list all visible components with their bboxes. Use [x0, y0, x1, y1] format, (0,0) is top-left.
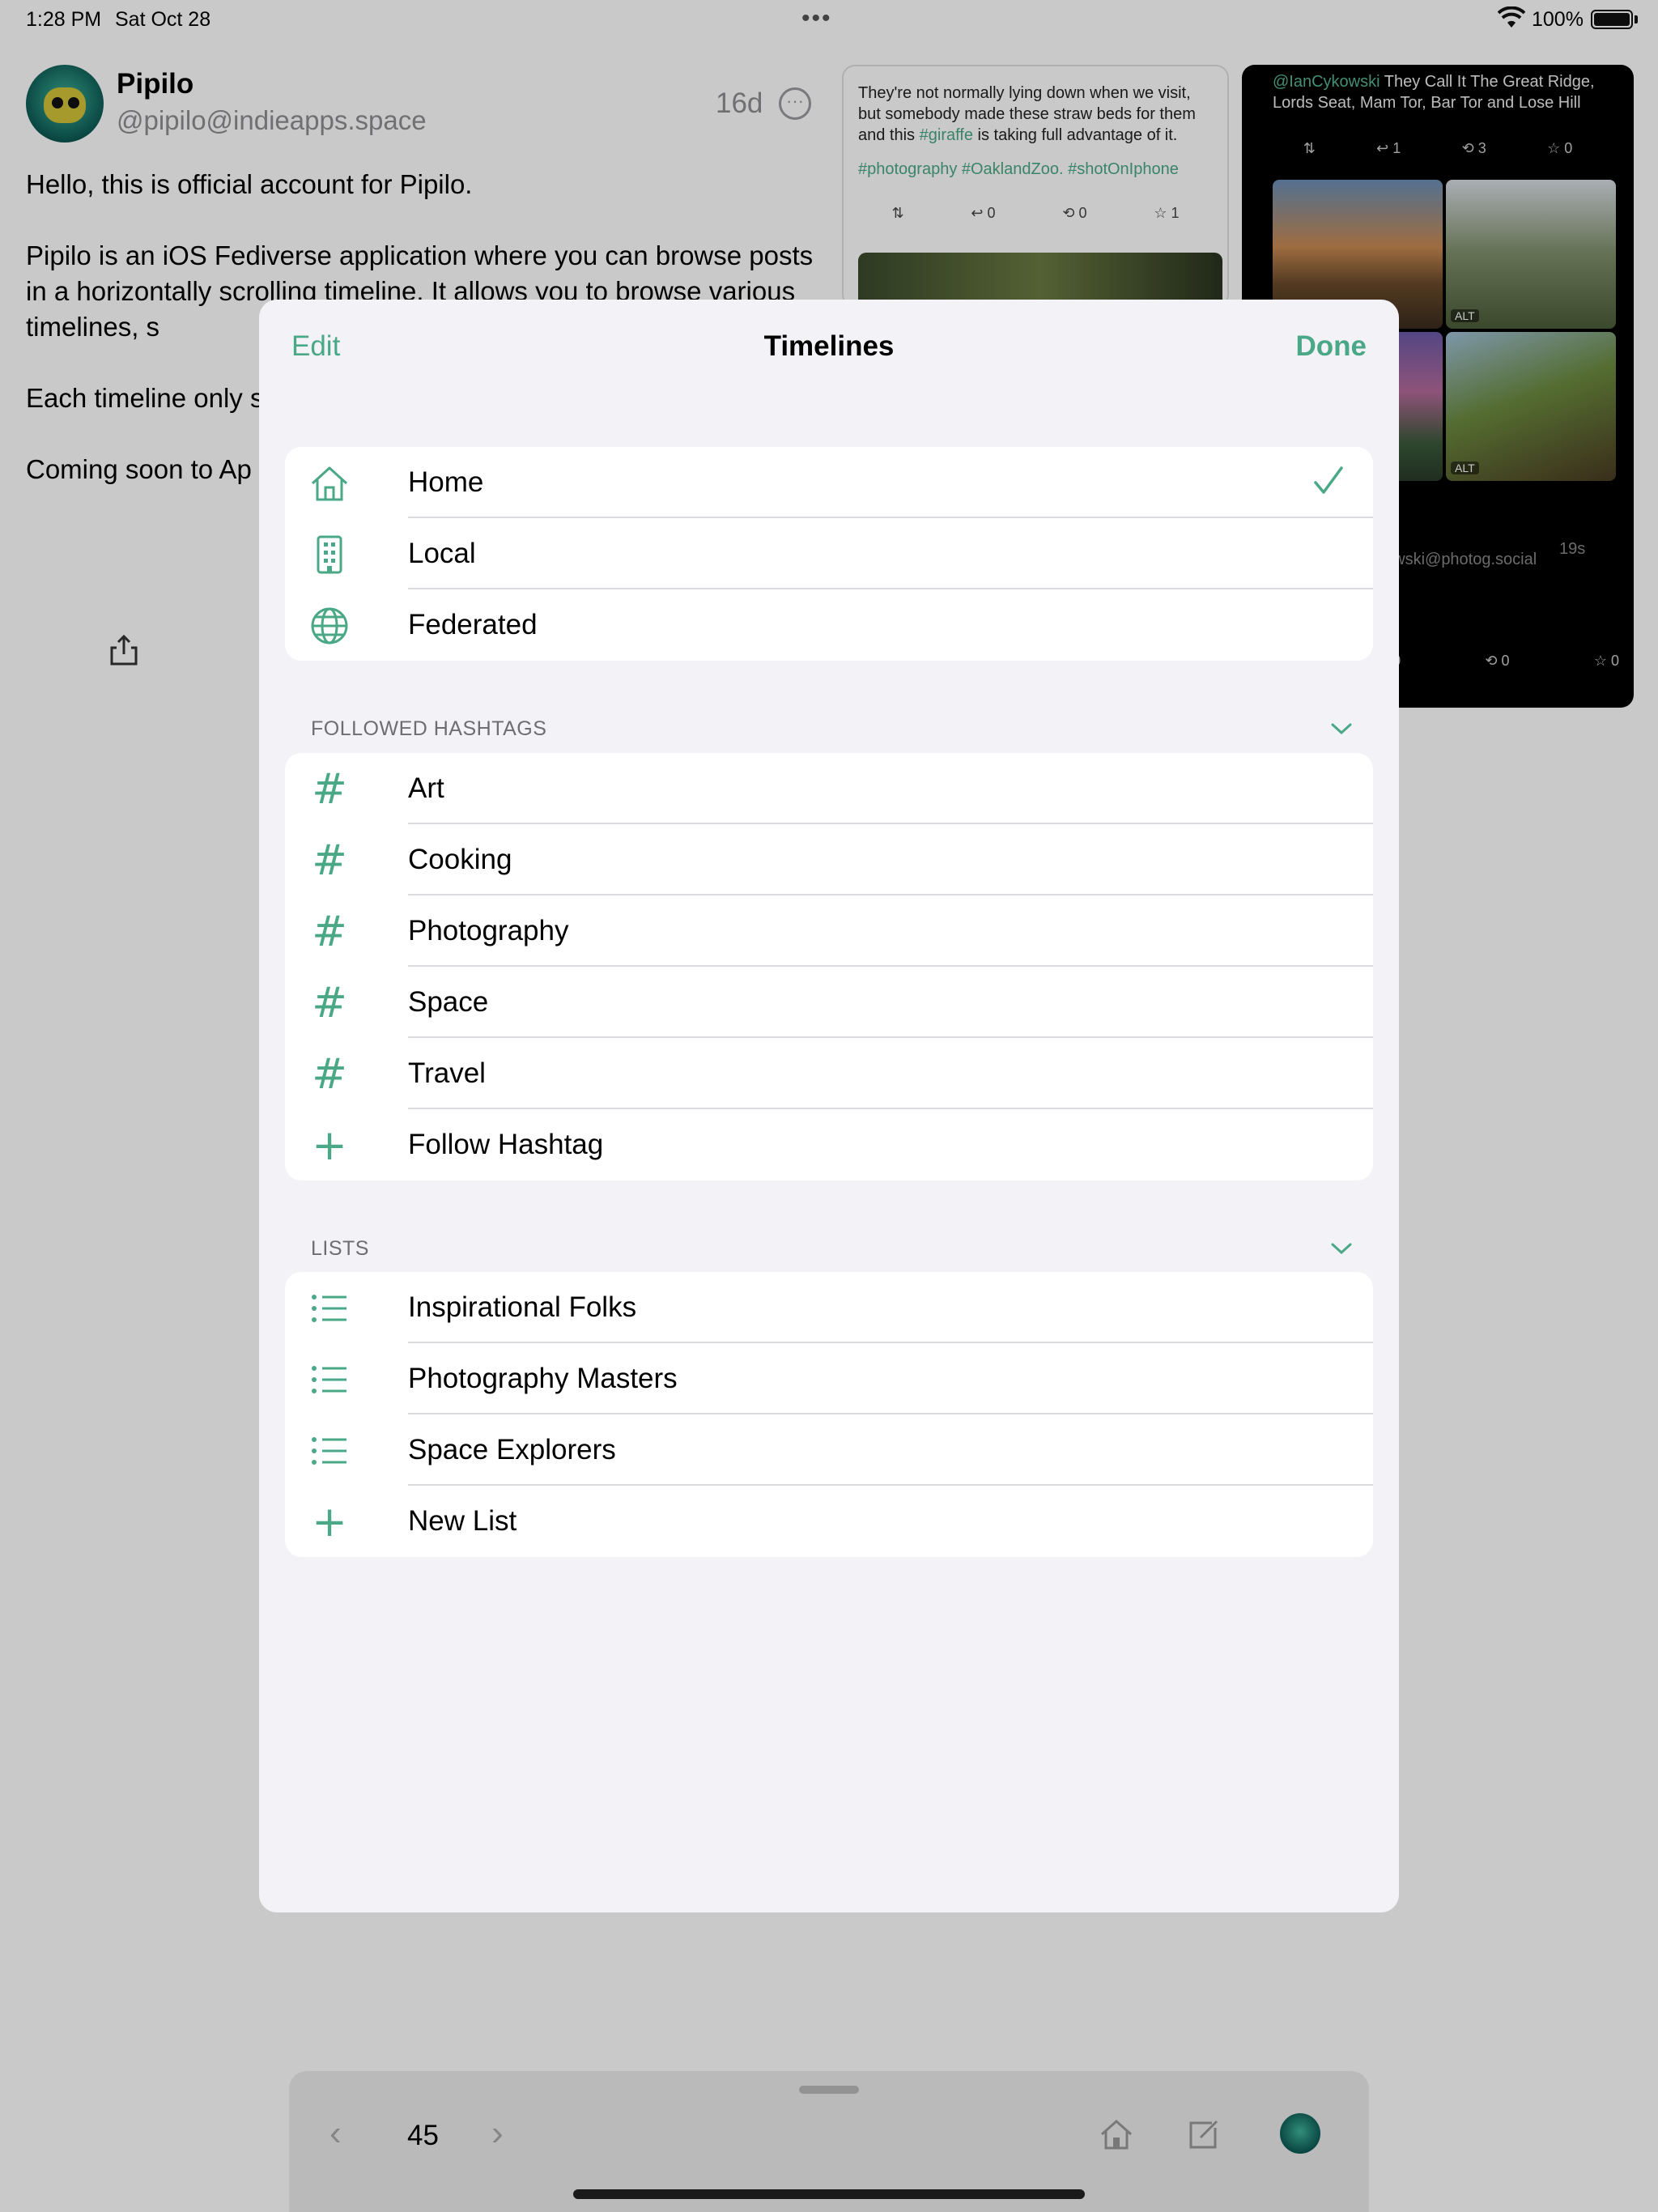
hashtag-row[interactable]: # Travel — [285, 1038, 1373, 1109]
checkmark-icon — [1314, 466, 1343, 494]
new-list-button[interactable]: + New List — [285, 1486, 1373, 1557]
follow-hashtag-button[interactable]: + Follow Hashtag — [285, 1109, 1373, 1180]
timelines-sheet: Edit Timelines Done Home Local Federated… — [259, 300, 1399, 1912]
lists-header: LISTS — [311, 1237, 369, 1260]
globe-icon — [309, 606, 350, 646]
hashtag-row[interactable]: # Photography — [285, 895, 1373, 967]
hashtag-row[interactable]: # Cooking — [285, 824, 1373, 895]
main-timelines-group: Home Local Federated — [285, 447, 1373, 661]
chevron-down-icon[interactable] — [1331, 1242, 1352, 1255]
timeline-row-local[interactable]: Local — [285, 518, 1373, 589]
list-row[interactable]: Photography Masters — [285, 1343, 1373, 1414]
hashtag-icon: # — [312, 908, 347, 956]
list-label: Space Explorers — [408, 1434, 616, 1465]
sheet-title: Timelines — [763, 330, 895, 362]
hashtag-row[interactable]: # Art — [285, 753, 1373, 824]
list-label: Photography Masters — [408, 1363, 678, 1394]
timeline-row-home[interactable]: Home — [285, 447, 1373, 518]
follow-hashtag-label: Follow Hashtag — [408, 1129, 604, 1160]
hashtag-row[interactable]: # Space — [285, 967, 1373, 1038]
plus-icon: + — [312, 1121, 347, 1170]
done-button[interactable]: Done — [1296, 330, 1367, 363]
list-row[interactable]: Space Explorers — [285, 1414, 1373, 1486]
hashtags-group: # Art # Cooking # Photography # Space # … — [285, 753, 1373, 1180]
lists-group: Inspirational Folks Photography Masters — [285, 1272, 1373, 1557]
house-icon — [309, 463, 350, 504]
list-row[interactable]: Inspirational Folks — [285, 1272, 1373, 1343]
list-label: Inspirational Folks — [408, 1291, 637, 1323]
chevron-down-icon[interactable] — [1331, 722, 1352, 735]
followed-hashtags-header: FOLLOWED HASHTAGS — [311, 717, 547, 740]
plus-icon: + — [312, 1498, 347, 1546]
timeline-label: Local — [408, 538, 476, 569]
timeline-label: Home — [408, 466, 484, 498]
hashtag-icon: # — [312, 1050, 347, 1099]
building-icon — [309, 534, 350, 575]
timeline-label: Federated — [408, 609, 538, 640]
new-list-label: New List — [408, 1505, 517, 1537]
list-bullet-icon — [309, 1431, 350, 1471]
hashtag-icon: # — [312, 765, 347, 814]
hashtag-label: Travel — [408, 1057, 486, 1089]
hashtag-icon: # — [312, 979, 347, 1027]
hashtag-label: Cooking — [408, 844, 512, 875]
hashtag-label: Art — [408, 772, 444, 804]
hashtag-label: Space — [408, 986, 489, 1018]
hashtag-icon: # — [312, 836, 347, 885]
hashtag-label: Photography — [408, 915, 569, 946]
list-bullet-icon — [309, 1359, 350, 1400]
list-bullet-icon — [309, 1288, 350, 1329]
timeline-row-federated[interactable]: Federated — [285, 589, 1373, 661]
